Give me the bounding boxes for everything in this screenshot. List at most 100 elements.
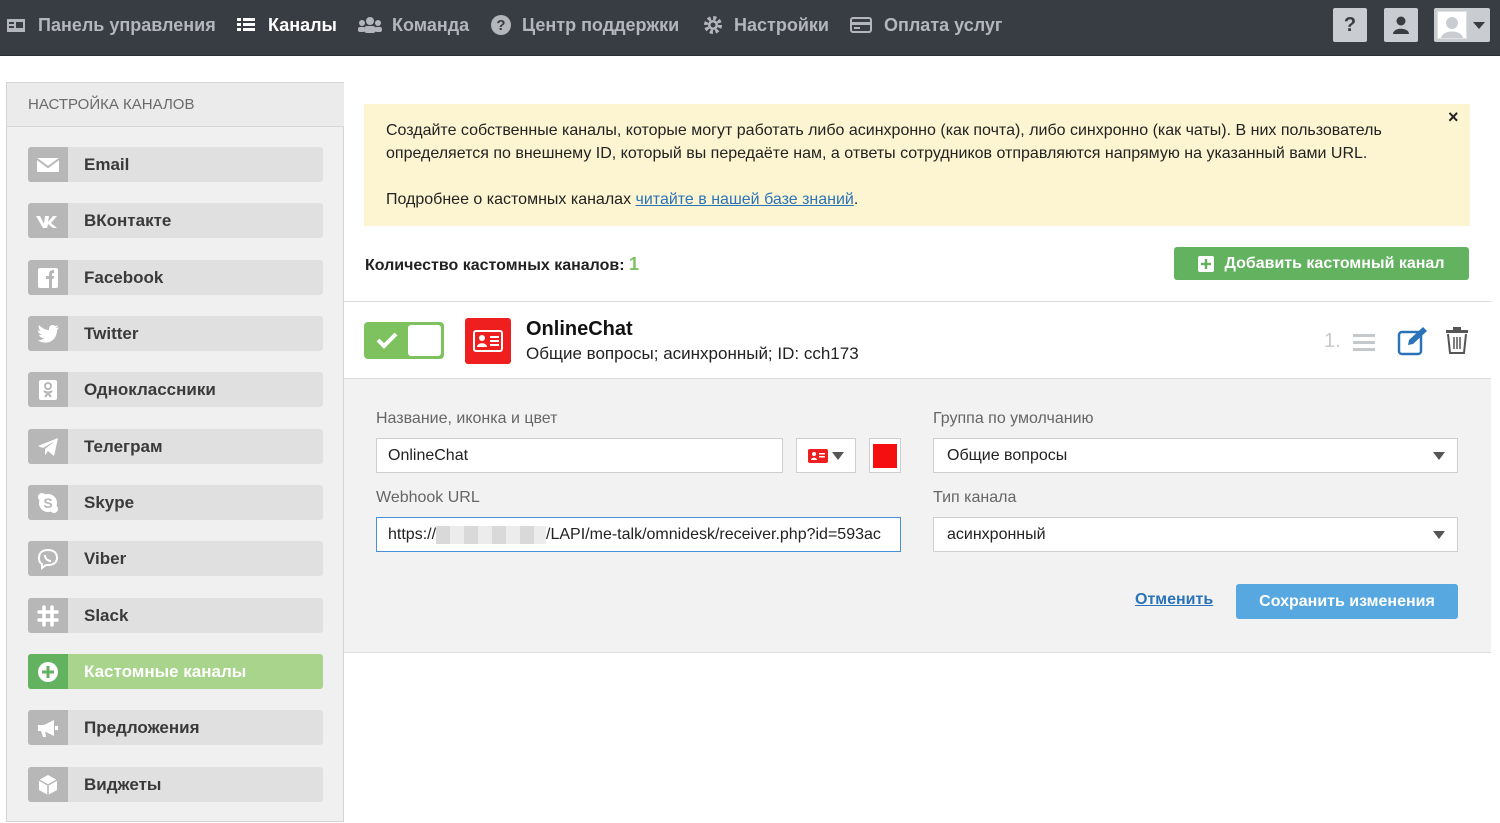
default-group-select[interactable]: Общие вопросы bbox=[933, 438, 1458, 473]
plus-square-icon bbox=[1198, 255, 1215, 272]
webhook-field-label: Webhook URL bbox=[376, 489, 480, 506]
account-menu-button[interactable] bbox=[1434, 8, 1490, 42]
sidebar-item-email[interactable]: Email bbox=[28, 147, 323, 182]
sidebar-item-slack[interactable]: Slack bbox=[28, 598, 323, 633]
check-icon bbox=[376, 332, 398, 349]
gear-icon bbox=[704, 16, 722, 34]
channel-type-value: асинхронный bbox=[947, 525, 1046, 543]
sidebar-item-label: Виджеты bbox=[84, 774, 162, 794]
chevron-down-icon bbox=[1433, 531, 1445, 539]
custom-channels-count: Количество кастомных каналов: 1 bbox=[365, 254, 639, 275]
top-navigation: Панель управления Каналы Команда ? Центр… bbox=[0, 0, 1500, 56]
vk-icon bbox=[28, 203, 68, 238]
sidebar-item-label: ВКонтакте bbox=[84, 210, 172, 230]
channel-id-card-icon bbox=[465, 318, 511, 364]
profile-button[interactable] bbox=[1384, 8, 1418, 42]
credit-card-icon bbox=[850, 17, 872, 33]
channel-icon-select[interactable] bbox=[796, 438, 856, 473]
chevron-down-icon bbox=[1433, 452, 1445, 460]
webhook-url-input[interactable]: https:// /LAPI/me-talk/omnidesk/receiver.… bbox=[376, 517, 901, 552]
chevron-down-icon bbox=[1473, 22, 1485, 29]
avatar bbox=[1437, 11, 1467, 39]
sidebar-item-facebook[interactable]: Facebook bbox=[28, 260, 323, 295]
notice-more-prefix: Подробнее о кастомных каналах bbox=[386, 191, 636, 208]
cancel-link[interactable]: Отменить bbox=[1135, 591, 1213, 609]
nav-billing[interactable]: Оплата услуг bbox=[850, 0, 1002, 50]
channels-sidebar: НАСТРОЙКА КАНАЛОВ Email ВКонтакте Facebo… bbox=[6, 82, 344, 822]
channel-name: OnlineChat bbox=[526, 318, 633, 340]
color-swatch bbox=[873, 443, 897, 468]
channel-edit-form: Название, иконка и цвет OnlineChat Групп… bbox=[344, 379, 1491, 653]
nav-dashboard-label: Панель управления bbox=[38, 14, 216, 35]
edit-icon[interactable] bbox=[1397, 326, 1429, 356]
odnoklassniki-icon bbox=[28, 372, 68, 407]
sidebar-item-label: Viber bbox=[84, 548, 127, 568]
notice-line-1: Создайте собственные каналы, которые мог… bbox=[386, 122, 1382, 139]
drag-handle-icon[interactable] bbox=[1352, 332, 1376, 352]
sidebar-item-custom-channels[interactable]: Кастомные каналы bbox=[28, 654, 323, 689]
slack-icon bbox=[28, 598, 68, 633]
sidebar-item-widgets[interactable]: Виджеты bbox=[28, 767, 323, 802]
list-icon bbox=[237, 18, 255, 31]
sidebar-item-vk[interactable]: ВКонтакте bbox=[28, 203, 323, 238]
notice-more: Подробнее о кастомных каналах читайте в … bbox=[386, 188, 858, 211]
sidebar-item-label: Facebook bbox=[84, 267, 164, 287]
team-icon bbox=[358, 17, 382, 33]
toggle-knob bbox=[408, 325, 441, 356]
count-value: 1 bbox=[629, 254, 640, 274]
channel-type-select[interactable]: асинхронный bbox=[933, 517, 1458, 552]
sidebar-item-label: Email bbox=[84, 154, 130, 174]
webhook-suffix: /LAPI/me-talk/omnidesk/receiver.php?id=5… bbox=[546, 525, 881, 543]
add-custom-channel-button[interactable]: Добавить кастомный канал bbox=[1174, 247, 1469, 280]
channel-enabled-toggle[interactable] bbox=[364, 322, 444, 359]
nav-dashboard[interactable]: Панель управления bbox=[6, 0, 216, 50]
dashboard-icon bbox=[7, 19, 25, 32]
notice-more-suffix: . bbox=[853, 191, 859, 208]
trash-icon[interactable] bbox=[1445, 326, 1469, 354]
nav-settings-label: Настройки bbox=[734, 14, 829, 35]
sidebar-item-telegram[interactable]: Телеграм bbox=[28, 429, 323, 464]
sidebar-item-twitter[interactable]: Twitter bbox=[28, 316, 323, 351]
count-label: Количество кастомных каналов: bbox=[365, 257, 625, 274]
channel-description: Общие вопросы; асинхронный; ID: cch173 bbox=[526, 344, 859, 363]
sidebar-item-offers[interactable]: Предложения bbox=[28, 710, 323, 745]
close-notice-icon[interactable]: × bbox=[1448, 107, 1459, 128]
nav-billing-label: Оплата услуг bbox=[884, 14, 1003, 35]
plus-circle-icon bbox=[28, 654, 68, 689]
svg-text:?: ? bbox=[496, 17, 505, 34]
id-card-icon bbox=[808, 448, 828, 463]
save-changes-button[interactable]: Сохранить изменения bbox=[1236, 584, 1458, 619]
sidebar-item-label: Twitter bbox=[84, 323, 139, 343]
user-icon bbox=[1393, 16, 1409, 34]
group-field-label: Группа по умолчанию bbox=[933, 410, 1094, 427]
name-field-label: Название, иконка и цвет bbox=[376, 410, 558, 427]
info-notice: Создайте собственные каналы, которые мог… bbox=[364, 104, 1470, 226]
chevron-down-icon bbox=[832, 451, 844, 460]
nav-channels[interactable]: Каналы bbox=[236, 0, 337, 50]
nav-channels-label: Каналы bbox=[268, 14, 337, 35]
type-field-label: Тип канала bbox=[933, 489, 1017, 506]
help-button[interactable]: ? bbox=[1333, 8, 1367, 42]
sidebar-item-skype[interactable]: S Skype bbox=[28, 485, 323, 520]
knowledge-base-link[interactable]: читайте в нашей базе знаний bbox=[636, 191, 854, 208]
notice-line-2: определяется по внешнему ID, который вы … bbox=[386, 145, 1368, 162]
nav-support-label: Центр поддержки bbox=[522, 14, 680, 35]
facebook-icon bbox=[28, 260, 68, 295]
channel-row: OnlineChat Общие вопросы; асинхронный; I… bbox=[344, 301, 1491, 379]
nav-team-label: Команда bbox=[392, 14, 470, 35]
sidebar-item-label: Одноклассники bbox=[84, 379, 216, 399]
channel-color-picker[interactable] bbox=[869, 438, 901, 473]
skype-icon: S bbox=[28, 485, 68, 520]
blurred-host bbox=[436, 525, 547, 544]
nav-team[interactable]: Команда bbox=[358, 0, 469, 50]
nav-settings[interactable]: Настройки bbox=[702, 0, 829, 50]
sidebar-item-label: Skype bbox=[84, 492, 135, 512]
sidebar-item-odnoklassniki[interactable]: Одноклассники bbox=[28, 372, 323, 407]
sidebar-title: НАСТРОЙКА КАНАЛОВ bbox=[28, 96, 195, 113]
sidebar-item-viber[interactable]: Viber bbox=[28, 541, 323, 576]
webhook-prefix: https:// bbox=[388, 525, 437, 543]
sidebar-header: НАСТРОЙКА КАНАЛОВ bbox=[7, 83, 344, 127]
nav-support-center[interactable]: ? Центр поддержки bbox=[490, 0, 679, 50]
sidebar-item-label: Кастомные каналы bbox=[84, 661, 247, 681]
channel-name-input[interactable]: OnlineChat bbox=[376, 438, 783, 473]
